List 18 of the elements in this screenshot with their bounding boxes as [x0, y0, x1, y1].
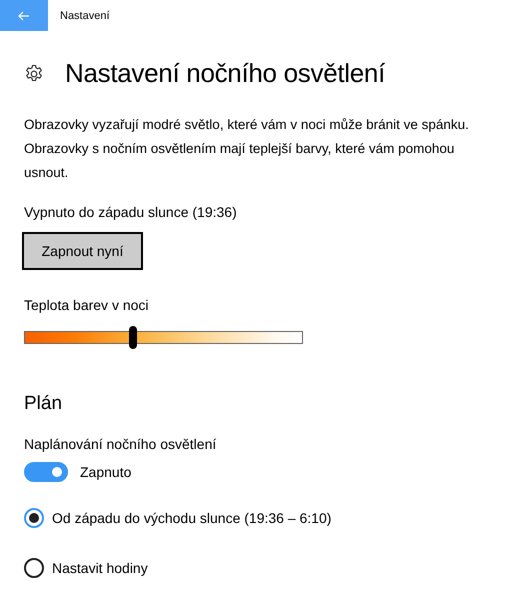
radio-label: Od západu do východu slunce (19:36 – 6:10) — [52, 510, 332, 526]
radio-button[interactable] — [24, 508, 44, 528]
schedule-label: Naplánování nočního osvětlení — [24, 436, 218, 452]
back-arrow-icon — [18, 10, 30, 20]
radio-label: Nastavit hodiny — [52, 560, 148, 576]
temperature-slider[interactable] — [24, 326, 303, 349]
section-heading: Plán — [24, 393, 64, 415]
settings-icon — [24, 64, 44, 84]
toggle-switch[interactable] — [24, 462, 68, 482]
description: Obrazovky vyzařují modré světlo, které vám v noci může bránit ve spánku. Obrazovky s nočním osvětlením mají teplejší barvy, které vám pomohou usnout. — [24, 116, 470, 182]
window-title: Nastavení — [60, 10, 110, 22]
toggle-label: Zapnuto — [80, 464, 132, 480]
status-text: Vypnuto do západu slunce (19:36) — [24, 204, 238, 220]
radio-button[interactable] — [24, 558, 44, 578]
page-title: Nastavení nočního osvětlení — [65, 58, 385, 89]
slider-label: Teplota barev v noci — [24, 297, 150, 313]
turn-on-button[interactable]: Zapnout nyní — [22, 232, 143, 270]
slider-thumb[interactable] — [128, 326, 137, 349]
